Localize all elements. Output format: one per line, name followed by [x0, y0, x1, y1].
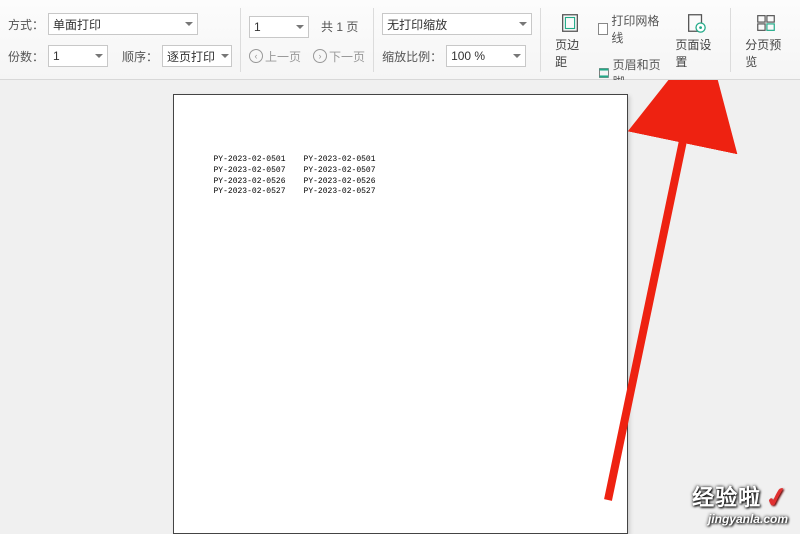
- cell: PY-2023-02-0507: [304, 166, 376, 177]
- scale-ratio-value: 100 %: [451, 49, 485, 63]
- scale-ratio-label: 缩放比例：: [382, 48, 442, 65]
- group-page-options: 页边距 打印网格线 页眉和页脚 页面设置: [541, 8, 731, 72]
- page-total: 共 1 页: [321, 18, 358, 35]
- copies-input[interactable]: 1: [48, 45, 108, 67]
- page-setup-icon: [685, 12, 707, 34]
- checkbox-icon: [598, 23, 609, 35]
- margins-label: 页边距: [555, 36, 586, 70]
- page-number-select[interactable]: 1: [249, 16, 309, 38]
- checkmark-icon: ✓: [762, 480, 790, 516]
- mode-value: 单面打印: [53, 16, 101, 33]
- cell: PY-2023-02-0527: [214, 187, 286, 198]
- order-value: 逐页打印: [167, 48, 215, 65]
- scale-select[interactable]: 无打印缩放: [382, 13, 532, 35]
- chevron-down-icon: [221, 54, 229, 58]
- next-page-label: 下一页: [329, 48, 365, 65]
- arrow-left-icon: ‹: [249, 49, 263, 63]
- preview-page: PY-2023-02-0501 PY-2023-02-0507 PY-2023-…: [173, 94, 628, 534]
- order-select[interactable]: 逐页打印: [162, 45, 232, 67]
- cell: PY-2023-02-0501: [214, 155, 286, 166]
- cell: PY-2023-02-0507: [214, 166, 286, 177]
- data-column-1: PY-2023-02-0501 PY-2023-02-0507 PY-2023-…: [214, 155, 286, 198]
- group-print-mode: 方式： 单面打印 份数： 1 顺序： 逐页打印: [0, 8, 241, 72]
- next-page-button[interactable]: › 下一页: [313, 48, 365, 65]
- mode-select[interactable]: 单面打印: [48, 13, 198, 35]
- chevron-down-icon: [513, 54, 521, 58]
- prev-page-label: 上一页: [265, 48, 301, 65]
- scale-value: 无打印缩放: [387, 16, 447, 33]
- mode-label: 方式：: [8, 16, 44, 33]
- watermark-title: 经验啦: [692, 485, 761, 510]
- gridlines-label: 打印网格线: [611, 12, 663, 46]
- watermark: 经验啦 ✓ jingyanla.com: [692, 479, 788, 526]
- cell: PY-2023-02-0501: [304, 155, 376, 166]
- margins-icon: [559, 12, 581, 34]
- chevron-down-icon: [296, 25, 304, 29]
- cell: PY-2023-02-0526: [304, 177, 376, 188]
- scale-ratio-select[interactable]: 100 %: [446, 45, 526, 67]
- cell: PY-2023-02-0526: [214, 177, 286, 188]
- order-label: 顺序：: [122, 48, 158, 65]
- page-setup-button[interactable]: 页面设置: [669, 10, 722, 72]
- headerfooter-icon: [598, 66, 610, 80]
- chevron-down-icon: [95, 54, 103, 58]
- chevron-down-icon: [519, 22, 527, 26]
- gridlines-checkbox[interactable]: 打印网格线: [598, 12, 664, 46]
- data-column-2: PY-2023-02-0501 PY-2023-02-0507 PY-2023-…: [304, 155, 376, 198]
- cell: PY-2023-02-0527: [304, 187, 376, 198]
- page-number-value: 1: [254, 20, 261, 34]
- print-preview-area: PY-2023-02-0501 PY-2023-02-0507 PY-2023-…: [0, 80, 800, 534]
- margins-button[interactable]: 页边距: [549, 10, 592, 72]
- page-setup-label: 页面设置: [675, 36, 716, 70]
- page-content: PY-2023-02-0501 PY-2023-02-0507 PY-2023-…: [214, 155, 587, 198]
- page-break-icon: [755, 12, 777, 34]
- group-page-nav: 1 共 1 页 ‹ 上一页 › 下一页: [241, 8, 374, 72]
- arrow-right-icon: ›: [313, 49, 327, 63]
- copies-label: 份数：: [8, 48, 44, 65]
- page-break-label: 分页预览: [745, 36, 786, 70]
- group-view: 分页预览: [731, 8, 800, 72]
- prev-page-button[interactable]: ‹ 上一页: [249, 48, 301, 65]
- group-scale: 无打印缩放 缩放比例： 100 %: [374, 8, 541, 72]
- chevron-down-icon: [185, 22, 193, 26]
- copies-value: 1: [53, 49, 60, 63]
- page-break-button[interactable]: 分页预览: [739, 10, 792, 72]
- print-toolbar: 方式： 单面打印 份数： 1 顺序： 逐页打印 1 共 1 页: [0, 0, 800, 80]
